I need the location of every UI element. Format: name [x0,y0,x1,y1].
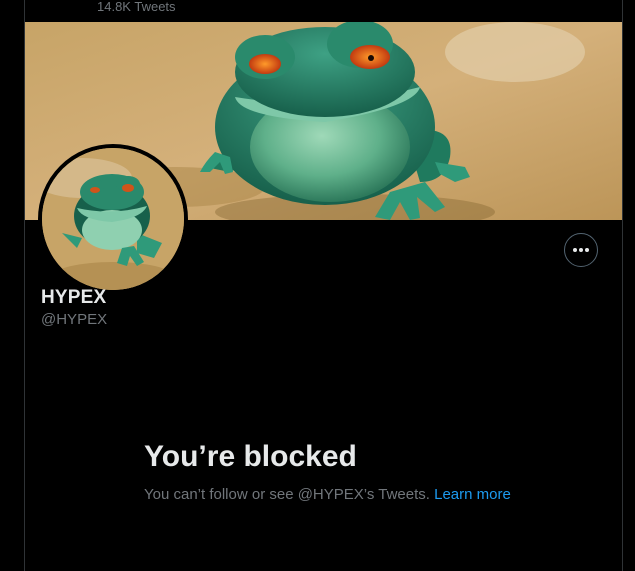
blocked-description: You can’t follow or see @HYPEX’s Tweets. [144,486,430,503]
blocked-title: You’re blocked [144,440,357,473]
profile-avatar[interactable] [38,144,188,294]
frog-avatar-image [42,148,184,290]
blocked-description-row: You can’t follow or see @HYPEX’s Tweets.… [144,486,511,503]
learn-more-link[interactable]: Learn more [434,486,511,503]
tweet-count: 14.8K Tweets [97,0,176,14]
more-options-button[interactable] [564,233,598,267]
more-horizontal-icon [573,248,589,252]
profile-handle: @HYPEX [41,311,108,328]
profile-column: 14.8K Tweets HYPEX @HYPEX You’re blocked… [24,0,623,571]
profile-page: 14.8K Tweets HYPEX @HYPEX You’re blocked… [0,0,635,571]
profile-display-name: HYPEX [41,287,107,308]
